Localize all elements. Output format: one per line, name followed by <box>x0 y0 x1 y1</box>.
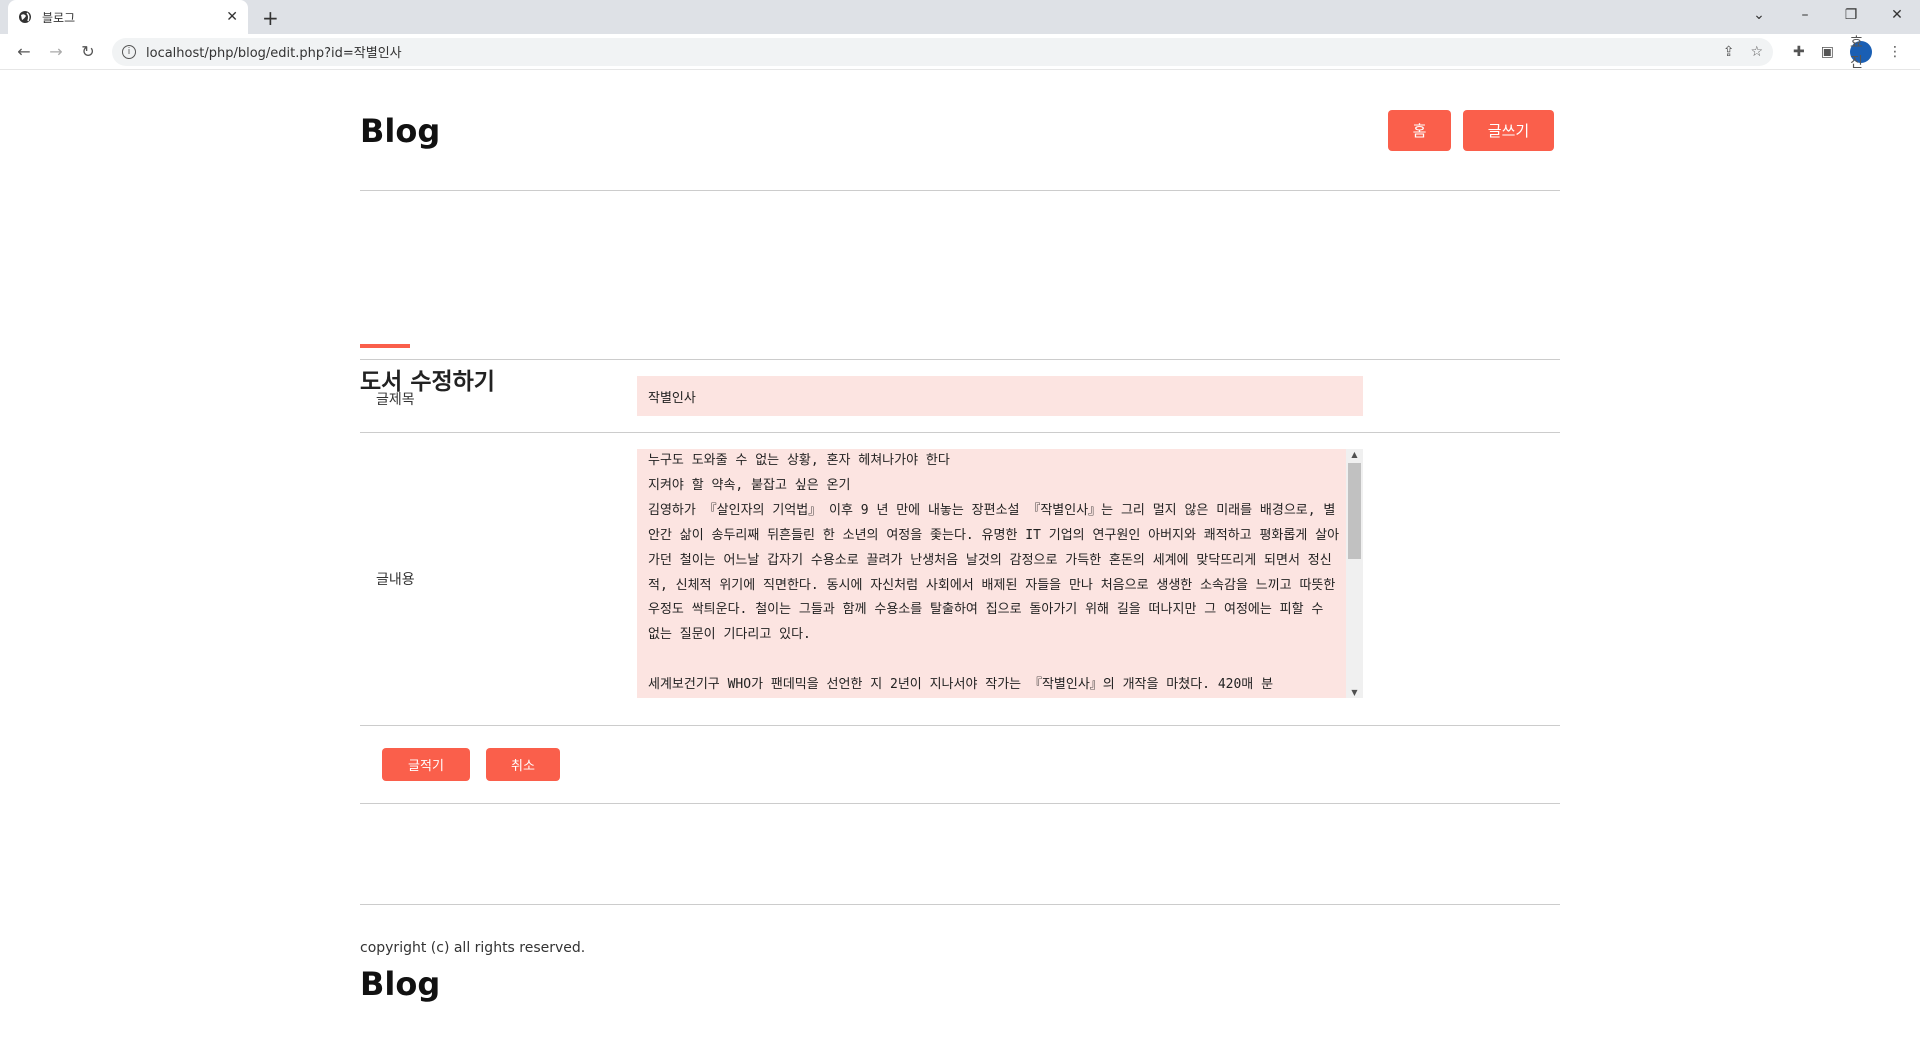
write-button[interactable]: 글쓰기 <box>1463 110 1554 151</box>
home-button[interactable]: 홈 <box>1388 110 1451 151</box>
scroll-up-icon[interactable]: ▲ <box>1346 450 1363 459</box>
content-text[interactable]: 누구도 도와줄 수 없는 상황, 혼자 헤쳐나가야 한다 지켜야 할 약속, 붙… <box>648 449 1343 698</box>
section-accent-bar <box>360 344 410 348</box>
browser-tools: ✚ ▣ 효진 ⋮ <box>1785 35 1910 71</box>
title-input[interactable] <box>637 376 1363 416</box>
page-container: Blog 홈 글쓰기 도서 수정하기 글제목 글내용 누구도 도와줄 수 없는 … <box>360 70 1560 1003</box>
title-row: 글제목 <box>360 359 1560 432</box>
extensions-icon[interactable]: ✚ <box>1793 44 1805 60</box>
site-logo[interactable]: Blog <box>360 112 440 150</box>
profile-avatar[interactable]: 효진 <box>1850 35 1872 71</box>
address-bar[interactable]: i localhost/php/blog/edit.php?id=작별인사 ⇪ … <box>112 37 1774 66</box>
share-icon[interactable]: ⇪ <box>1723 44 1735 60</box>
scrollbar-thumb[interactable] <box>1348 463 1361 559</box>
cancel-button[interactable]: 취소 <box>486 748 560 781</box>
browser-toolbar: ← → ↻ i localhost/php/blog/edit.php?id=작… <box>0 34 1920 71</box>
minimize-icon[interactable]: – <box>1782 7 1828 23</box>
browser-tab-bar: 블로그 ✕ + ⌄ – ❐ ✕ <box>0 0 1920 34</box>
textarea-scrollbar[interactable]: ▲ ▼ <box>1346 449 1363 698</box>
footer-logo: Blog <box>360 965 441 1003</box>
tab-search-icon[interactable]: ⌄ <box>1736 7 1782 23</box>
window-controls: ⌄ – ❐ ✕ <box>1736 0 1920 30</box>
site-info-icon[interactable]: i <box>122 44 136 59</box>
site-header: Blog 홈 글쓰기 <box>360 70 1560 191</box>
close-tab-icon[interactable]: ✕ <box>226 9 238 25</box>
tab-title: 블로그 <box>42 10 76 25</box>
site-footer: copyright (c) all rights reserved. Blog <box>360 904 1560 1003</box>
edit-form: 글제목 글내용 누구도 도와줄 수 없는 상황, 혼자 헤쳐나가야 한다 지켜야… <box>360 359 1560 804</box>
reload-icon[interactable]: ↻ <box>74 42 102 61</box>
back-icon[interactable]: ← <box>10 42 38 61</box>
side-panel-icon[interactable]: ▣ <box>1821 44 1834 60</box>
forward-icon[interactable]: → <box>42 42 70 61</box>
copyright-text: copyright (c) all rights reserved. <box>360 940 586 956</box>
menu-icon[interactable]: ⋮ <box>1888 44 1902 60</box>
content-row: 글내용 누구도 도와줄 수 없는 상황, 혼자 헤쳐나가야 한다 지켜야 할 약… <box>360 432 1560 725</box>
scroll-down-icon[interactable]: ▼ <box>1346 688 1363 697</box>
content-label: 글내용 <box>376 572 415 588</box>
submit-button[interactable]: 글적기 <box>382 748 470 781</box>
close-window-icon[interactable]: ✕ <box>1874 7 1920 23</box>
form-buttons-row: 글적기 취소 <box>360 725 1560 804</box>
globe-icon <box>18 10 32 24</box>
bookmark-star-icon[interactable]: ☆ <box>1750 44 1763 60</box>
url-text[interactable]: localhost/php/blog/edit.php?id=작별인사 <box>146 42 1707 61</box>
new-tab-icon[interactable]: + <box>262 6 279 30</box>
browser-tab[interactable]: 블로그 ✕ <box>8 0 248 34</box>
content-textarea[interactable]: 누구도 도와줄 수 없는 상황, 혼자 헤쳐나가야 한다 지켜야 할 약속, 붙… <box>637 449 1363 698</box>
restore-icon[interactable]: ❐ <box>1828 7 1874 23</box>
title-label: 글제목 <box>376 392 415 408</box>
